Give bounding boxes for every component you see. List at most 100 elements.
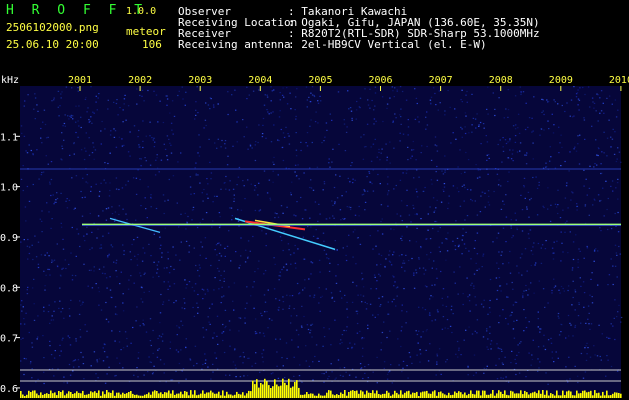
noise-dot [489, 326, 491, 328]
noise-dot [569, 151, 571, 153]
noise-dot [60, 93, 62, 95]
noise-dot [530, 250, 533, 252]
noise-dot [123, 250, 125, 252]
noise-dot [528, 288, 530, 290]
noise-dot [202, 363, 204, 366]
noise-dot [284, 376, 286, 379]
noise-dot [41, 142, 43, 144]
activity-bar [416, 391, 418, 398]
noise-dot [352, 231, 355, 233]
noise-dot [540, 247, 542, 249]
noise-dot [79, 336, 82, 338]
noise-dot [269, 197, 271, 199]
noise-dot [620, 161, 622, 163]
activity-bar [488, 394, 490, 398]
noise-dot [437, 311, 439, 313]
noise-dot [508, 262, 510, 264]
noise-dot [564, 160, 566, 163]
noise-dot [498, 322, 500, 324]
noise-dot [301, 305, 303, 307]
activity-bar [176, 393, 178, 398]
noise-dot [584, 93, 586, 96]
noise-dot [124, 94, 126, 96]
activity-bar [48, 394, 50, 398]
noise-dot [352, 281, 354, 283]
activity-bar [476, 390, 478, 398]
noise-dot [168, 272, 171, 274]
noise-dot [126, 345, 128, 347]
noise-dot [486, 328, 488, 330]
noise-dot [330, 292, 333, 294]
noise-dot [238, 317, 240, 319]
noise-dot [26, 185, 29, 188]
noise-dot [557, 189, 559, 191]
noise-dot [347, 347, 349, 349]
noise-dot [438, 90, 440, 92]
noise-dot [590, 278, 592, 280]
activity-bar [564, 395, 566, 398]
noise-dot [81, 303, 83, 305]
noise-dot [554, 203, 557, 205]
noise-dot [452, 132, 454, 134]
activity-bar [574, 395, 576, 398]
noise-dot [562, 209, 564, 211]
noise-dot [102, 360, 105, 362]
noise-dot [432, 227, 434, 230]
noise-dot [421, 145, 423, 147]
noise-dot [537, 311, 539, 313]
noise-dot [313, 296, 315, 298]
noise-dot [388, 190, 390, 192]
activity-bar [210, 390, 212, 398]
activity-bar [110, 392, 112, 398]
noise-dot [400, 123, 402, 125]
activity-bar [40, 392, 42, 398]
activity-bar [354, 391, 356, 398]
noise-dot [272, 372, 274, 374]
noise-dot [317, 220, 319, 222]
noise-dot [557, 315, 559, 317]
noise-dot [597, 250, 599, 252]
noise-dot [93, 112, 95, 114]
noise-dot [257, 141, 259, 144]
noise-dot [457, 356, 459, 358]
noise-dot [541, 244, 544, 246]
noise-dot [259, 332, 261, 334]
noise-dot [228, 189, 231, 191]
noise-dot [156, 272, 158, 274]
noise-dot [346, 245, 348, 247]
noise-dot [127, 151, 130, 153]
noise-dot [86, 233, 88, 235]
y-tick-label: 0.9 [0, 233, 18, 244]
noise-dot [521, 274, 523, 276]
noise-dot [84, 98, 87, 100]
activity-bar [536, 393, 538, 398]
noise-dot [349, 107, 352, 109]
noise-dot [302, 236, 305, 238]
noise-dot [312, 361, 314, 363]
noise-dot [565, 337, 567, 339]
noise-dot [319, 271, 321, 273]
noise-dot [444, 110, 446, 112]
noise-dot [447, 327, 449, 330]
noise-dot [558, 289, 560, 291]
noise-dot [505, 317, 507, 320]
noise-dot [93, 158, 95, 160]
noise-dot [400, 237, 402, 240]
noise-dot [300, 149, 302, 152]
noise-dot [351, 117, 353, 119]
noise-dot [431, 320, 433, 322]
noise-dot [350, 206, 352, 209]
noise-dot [496, 378, 499, 380]
noise-dot [34, 118, 36, 120]
noise-dot [489, 343, 492, 345]
noise-dot [203, 289, 205, 291]
noise-dot [316, 166, 319, 168]
noise-dot [39, 218, 41, 220]
noise-dot [224, 255, 226, 257]
activity-bar [106, 390, 108, 398]
noise-dot [500, 208, 503, 210]
activity-bar [202, 390, 204, 398]
noise-dot [75, 255, 77, 257]
noise-dot [435, 268, 438, 270]
noise-dot [392, 120, 394, 122]
